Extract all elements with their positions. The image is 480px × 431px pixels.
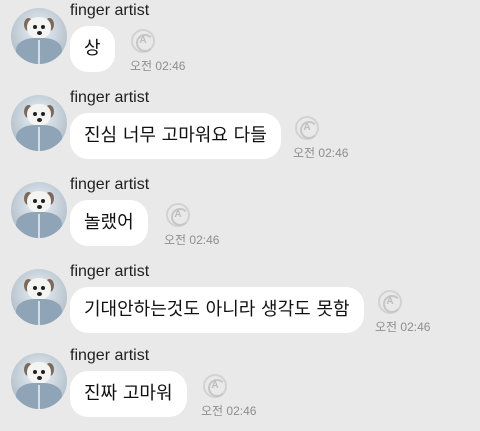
dog-nose-icon <box>37 205 42 209</box>
read-status-mark: A <box>303 122 311 133</box>
dog-eye-icon <box>33 370 37 374</box>
dog-eye-icon <box>33 25 37 29</box>
read-status-mark: A <box>174 209 182 220</box>
read-status-mark: A <box>139 35 147 46</box>
avatar[interactable] <box>11 8 67 64</box>
read-status-icon: A <box>203 374 227 398</box>
dog-nose-icon <box>37 292 42 296</box>
read-status-icon: A <box>166 203 190 227</box>
dog-nose-icon <box>37 376 42 380</box>
read-status-icon: A <box>131 29 155 53</box>
message-bubble[interactable]: 기대안하는것도 아니라 생각도 못함 <box>70 287 364 333</box>
avatar[interactable] <box>11 269 67 325</box>
message-time: 오전 02:46 <box>375 320 431 334</box>
avatar[interactable] <box>11 95 67 151</box>
dog-eye-icon <box>41 199 45 203</box>
dog-eye-icon <box>41 286 45 290</box>
message-time: 오전 02:46 <box>130 59 186 73</box>
dog-nose-icon <box>37 118 42 122</box>
message-bubble[interactable]: 상 <box>70 26 115 72</box>
message-time: 오전 02:46 <box>293 146 349 160</box>
message-bubble[interactable]: 진짜 고마워 <box>70 371 187 417</box>
dog-head-icon <box>27 278 51 300</box>
zipper-icon <box>38 301 40 325</box>
zipper-icon <box>38 127 40 151</box>
chat-message: finger artist 놀랬어 A 오전 02:46 <box>0 176 480 262</box>
zipper-icon <box>38 385 40 409</box>
dog-head-icon <box>27 191 51 213</box>
chat-message: finger artist 기대안하는것도 아니라 생각도 못함 A 오전 02… <box>0 263 480 349</box>
message-bubble[interactable]: 놀랬어 <box>70 200 148 246</box>
dog-eye-icon <box>33 286 37 290</box>
sender-name: finger artist <box>70 263 150 280</box>
chat-message: finger artist 진짜 고마워 A 오전 02:46 <box>0 347 480 431</box>
message-time: 오전 02:46 <box>201 404 257 418</box>
avatar[interactable] <box>11 182 67 238</box>
read-status-icon: A <box>295 116 319 140</box>
dog-eye-icon <box>41 112 45 116</box>
dog-head-icon <box>27 17 51 39</box>
read-status-icon: A <box>378 290 402 314</box>
sender-name: finger artist <box>70 347 150 364</box>
read-status-mark: A <box>211 380 219 391</box>
dog-eye-icon <box>41 25 45 29</box>
dog-nose-icon <box>37 31 42 35</box>
message-time: 오전 02:46 <box>164 233 220 247</box>
dog-eye-icon <box>33 112 37 116</box>
dog-head-icon <box>27 362 51 384</box>
sender-name: finger artist <box>70 176 150 193</box>
sender-name: finger artist <box>70 2 150 19</box>
dog-eye-icon <box>33 199 37 203</box>
sender-name: finger artist <box>70 89 150 106</box>
chat-message: finger artist 상 A 오전 02:46 <box>0 2 480 88</box>
dog-head-icon <box>27 104 51 126</box>
avatar[interactable] <box>11 353 67 409</box>
read-status-mark: A <box>386 296 394 307</box>
message-bubble[interactable]: 진심 너무 고마워요 다들 <box>70 113 281 159</box>
zipper-icon <box>38 214 40 238</box>
dog-eye-icon <box>41 370 45 374</box>
chat-message: finger artist 진심 너무 고마워요 다들 A 오전 02:46 <box>0 89 480 175</box>
zipper-icon <box>38 40 40 64</box>
